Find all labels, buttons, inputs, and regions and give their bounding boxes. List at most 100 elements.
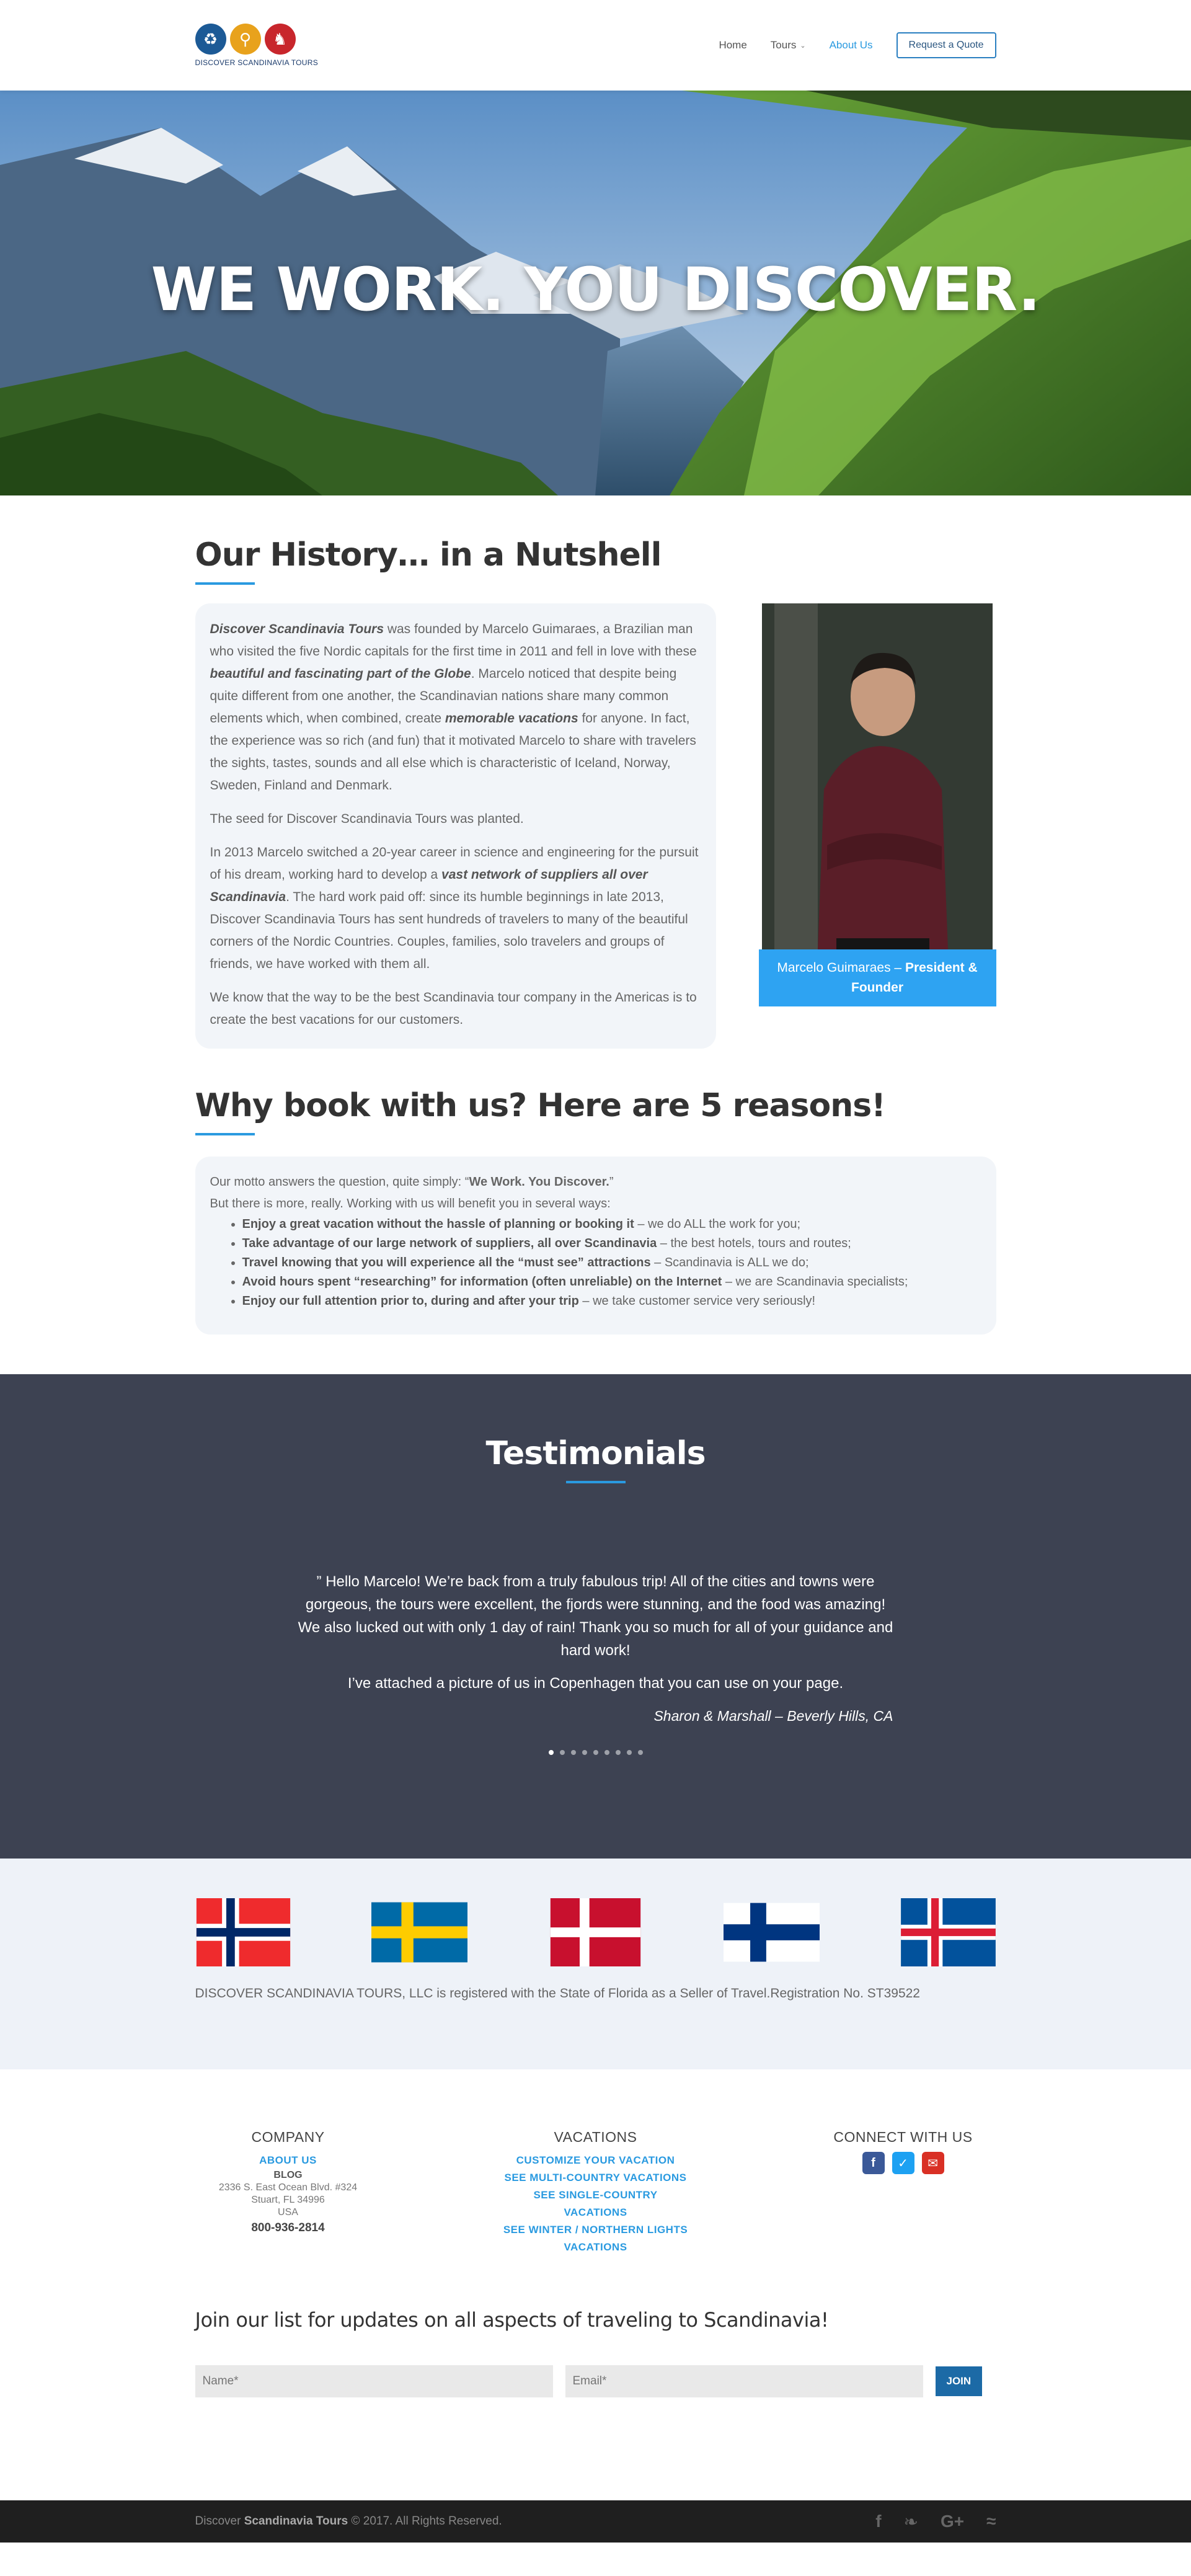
slider-dots — [0, 1750, 1191, 1755]
bottom-bar: Discover Scandinavia Tours © 2017. All R… — [0, 2500, 1191, 2543]
reasons-card: Our motto answers the question, quite si… — [195, 1157, 996, 1335]
list-item: Take advantage of our large network of s… — [242, 1234, 981, 1253]
hero-banner: WE WORK. YOU DISCOVER. — [0, 91, 1191, 495]
viking-helmet-icon: ♻ — [195, 24, 226, 55]
slider-dot[interactable] — [548, 1750, 554, 1755]
reason-rest: – the best hotels, tours and routes; — [657, 1237, 851, 1250]
registration-note: DISCOVER SCANDINAVIA TOURS, LLC is regis… — [195, 1986, 921, 2001]
footer-connect-column: CONNECT WITH US f ✓ ✉ — [810, 2129, 996, 2256]
site-logo[interactable]: ♻ ⚲ ♞ DISCOVER SCANDINAVIA TOURS — [195, 24, 319, 67]
name-input[interactable] — [195, 2365, 553, 2397]
footer-link-winter-cont[interactable]: VACATIONS — [503, 2239, 689, 2256]
google-plus-icon[interactable]: G+ — [941, 2512, 964, 2531]
slider-dot[interactable] — [582, 1750, 587, 1755]
request-quote-button[interactable]: Request a Quote — [896, 32, 996, 58]
history-section: Our History… in a Nutshell Discover Scan… — [0, 495, 1191, 1049]
social-links: f ✓ ✉ — [810, 2152, 996, 2174]
footer-link-customize[interactable]: CUSTOMIZE YOUR VACATION — [503, 2152, 689, 2169]
history-paragraph-3: In 2013 Marcelo switched a 20-year caree… — [210, 842, 701, 975]
testimonial-author: Sharon & Marshall – Beverly Hills, CA — [653, 1708, 893, 1724]
motto-text: We Work. You Discover. — [469, 1175, 609, 1189]
slider-dot[interactable] — [615, 1750, 621, 1755]
reason-bold: Travel knowing that you will experience … — [242, 1256, 651, 1269]
reason-rest: – we do ALL the work for you; — [634, 1217, 801, 1231]
reason-bold: Enjoy our full attention prior to, durin… — [242, 1294, 579, 1308]
list-item: Travel knowing that you will experience … — [242, 1253, 981, 1272]
reason-bold: Take advantage of our large network of s… — [242, 1237, 657, 1250]
footer-link-winter[interactable]: SEE WINTER / NORTHERN LIGHTS — [503, 2221, 689, 2239]
slider-dot[interactable] — [604, 1750, 609, 1755]
reasons-section: Why book with us? Here are 5 reasons! Ou… — [0, 1049, 1191, 1374]
slider-dot[interactable] — [626, 1750, 632, 1755]
title-underline — [195, 1133, 255, 1135]
founder-name: Marcelo Guimaraes – — [777, 961, 905, 975]
footer-link-blog[interactable]: BLOG — [195, 2169, 381, 2182]
slider-dot[interactable] — [570, 1750, 576, 1755]
finland-flag-icon — [724, 1903, 820, 1962]
address-line: Stuart, FL 34996 — [251, 2195, 325, 2205]
nav-home[interactable]: Home — [719, 39, 746, 51]
text-span: Discover — [195, 2515, 244, 2528]
newsletter-form: JOIN — [195, 2365, 996, 2397]
text-span: Scandinavia Tours — [244, 2515, 348, 2528]
testimonial-text: ” Hello Marcelo! We’re back from a truly… — [298, 1573, 893, 1659]
logo-text: DISCOVER SCANDINAVIA TOURS — [195, 58, 319, 67]
twitter-icon[interactable]: ✓ — [892, 2152, 914, 2174]
text-span: ” — [609, 1175, 614, 1189]
founder-caption: Marcelo Guimaraes – President & Founder — [758, 949, 996, 1006]
chevron-down-icon: ⌄ — [800, 42, 806, 50]
testimonial-slide: ” Hello Marcelo! We’re back from a truly… — [298, 1570, 893, 1728]
footer-vacations-column: VACATIONS CUSTOMIZE YOUR VACATION SEE MU… — [503, 2129, 689, 2256]
footer-link-about-us[interactable]: ABOUT US — [195, 2152, 381, 2169]
text-company-name: Discover Scandinavia Tours — [210, 622, 384, 636]
nav-tours-label: Tours — [770, 39, 797, 51]
history-paragraph-4: We know that the way to be the best Scan… — [210, 990, 697, 1027]
reason-rest: – Scandinavia is ALL we do; — [650, 1256, 809, 1269]
iceland-flag-icon — [900, 1898, 996, 1966]
text-span: Our motto answers the question, quite si… — [210, 1175, 469, 1189]
nav-home-label: Home — [719, 39, 747, 51]
email-icon[interactable]: ✉ — [921, 2152, 944, 2174]
slider-dot[interactable] — [637, 1750, 643, 1755]
reasons-intro: But there is more, really. Working with … — [210, 1197, 611, 1210]
footer-link-multi-country[interactable]: SEE MULTI-COUNTRY VACATIONS — [503, 2169, 689, 2187]
reason-bold: Enjoy a great vacation without the hassl… — [242, 1217, 634, 1231]
rss-icon[interactable]: ≈ — [986, 2512, 996, 2531]
text-span: © 2017. All Rights Reserved. — [348, 2515, 502, 2528]
facebook-icon[interactable]: f — [875, 2512, 881, 2531]
slider-dot[interactable] — [593, 1750, 598, 1755]
hero-title: WE WORK. YOU DISCOVER. — [151, 255, 1041, 324]
phone-number[interactable]: 800-936-2814 — [195, 2221, 381, 2235]
footer-heading: COMPANY — [251, 2129, 325, 2145]
email-input[interactable] — [565, 2365, 923, 2397]
flag-row — [195, 1898, 996, 1966]
nav-about-label: About Us — [829, 39, 873, 51]
site-header: ♻ ⚲ ♞ DISCOVER SCANDINAVIA TOURS Home To… — [0, 0, 1191, 91]
list-item: Avoid hours spent “researching” for info… — [242, 1272, 981, 1292]
copyright: Discover Scandinavia Tours © 2017. All R… — [195, 2515, 502, 2528]
history-paragraph-1: Discover Scandinavia Tours was founded b… — [210, 618, 701, 797]
reasons-list: Enjoy a great vacation without the hassl… — [210, 1215, 981, 1311]
main-nav: Home Tours ⌄ About Us Request a Quote — [719, 32, 996, 58]
sweden-flag-icon — [371, 1902, 467, 1963]
twitter-icon[interactable]: ❧ — [904, 2512, 918, 2532]
list-item: Enjoy our full attention prior to, durin… — [242, 1292, 981, 1311]
nav-tours[interactable]: Tours ⌄ — [771, 39, 806, 51]
footer-link-single-country[interactable]: SEE SINGLE-COUNTRY VACATIONS — [503, 2187, 689, 2221]
title-underline — [565, 1481, 626, 1483]
nav-about-us[interactable]: About Us — [830, 39, 873, 51]
founder-photo — [761, 603, 993, 949]
address-line: 2336 S. East Ocean Blvd. #324 — [218, 2182, 358, 2193]
footer-heading: VACATIONS — [554, 2129, 637, 2145]
logo-emblems: ♻ ⚲ ♞ — [195, 24, 296, 55]
slider-dot[interactable] — [559, 1750, 565, 1755]
reason-rest: – we take customer service very seriousl… — [578, 1294, 816, 1308]
testimonials-section: Testimonials ” Hello Marcelo! We’re back… — [0, 1374, 1191, 1859]
footer-company-column: COMPANY ABOUT US BLOG 2336 S. East Ocean… — [195, 2129, 381, 2256]
newsletter-title: Join our list for updates on all aspects… — [195, 2308, 829, 2332]
join-button[interactable]: JOIN — [935, 2366, 983, 2396]
facebook-icon[interactable]: f — [862, 2152, 885, 2174]
founder-photo-block: Marcelo Guimaraes – President & Founder — [758, 603, 996, 1049]
title-underline — [195, 582, 255, 585]
reasons-title: Why book with us? Here are 5 reasons! — [195, 1087, 886, 1124]
